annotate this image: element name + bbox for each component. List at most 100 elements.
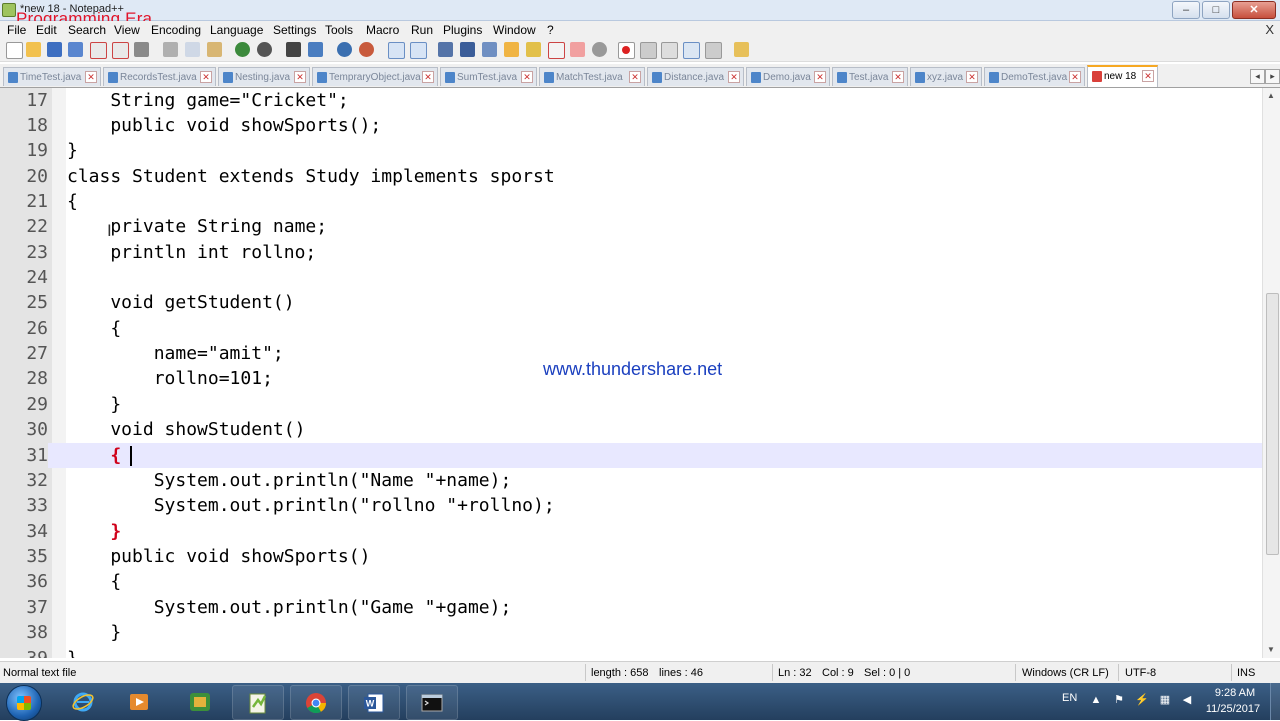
start-button[interactable] bbox=[6, 685, 42, 721]
tab-demotest[interactable]: DemoTest.java ✕ bbox=[984, 67, 1085, 86]
tab-new18[interactable]: new 18 ✕ bbox=[1087, 65, 1158, 87]
cut-icon[interactable] bbox=[163, 42, 178, 57]
taskbar-media-player[interactable] bbox=[114, 685, 164, 718]
maximize-button[interactable]: □ bbox=[1202, 1, 1230, 19]
power-plug-icon[interactable]: ⚡ bbox=[1135, 693, 1149, 707]
play-macro-icon[interactable] bbox=[661, 42, 678, 59]
show-hidden-icons-arrow-icon[interactable]: ▲ bbox=[1089, 693, 1103, 707]
all-chars-icon[interactable] bbox=[460, 42, 475, 57]
doc-map-icon[interactable] bbox=[526, 42, 541, 57]
language-indicator[interactable]: EN bbox=[1062, 692, 1077, 704]
menu-run[interactable]: Run bbox=[411, 23, 433, 37]
vertical-scrollbar[interactable]: ▲ ▼ bbox=[1262, 88, 1280, 658]
print-icon[interactable] bbox=[134, 42, 149, 57]
tab-close-icon[interactable]: ✕ bbox=[200, 71, 212, 83]
menu-view[interactable]: View bbox=[114, 23, 140, 37]
copy-icon[interactable] bbox=[185, 42, 200, 57]
tab-sumtest[interactable]: SumTest.java ✕ bbox=[440, 67, 537, 86]
menu-macro[interactable]: Macro bbox=[366, 23, 399, 37]
folder-workspace-icon[interactable] bbox=[570, 42, 585, 57]
close-document-button[interactable]: X bbox=[1265, 22, 1274, 37]
new-file-icon[interactable] bbox=[6, 42, 23, 59]
replace-icon[interactable] bbox=[308, 42, 323, 57]
save-macro-icon[interactable] bbox=[705, 42, 722, 59]
save-all-icon[interactable] bbox=[68, 42, 83, 57]
show-desktop-button[interactable] bbox=[1270, 683, 1280, 720]
tab-close-icon[interactable]: ✕ bbox=[1069, 71, 1081, 83]
tab-close-icon[interactable]: ✕ bbox=[1142, 70, 1154, 82]
taskbar-chrome[interactable] bbox=[290, 685, 342, 720]
tab-close-icon[interactable]: ✕ bbox=[728, 71, 740, 83]
tab-timetest[interactable]: TimeTest.java ✕ bbox=[3, 67, 101, 86]
taskbar-command-prompt[interactable] bbox=[406, 685, 458, 720]
menu-settings[interactable]: Settings bbox=[273, 23, 316, 37]
menu-edit[interactable]: Edit bbox=[36, 23, 57, 37]
code-text: } bbox=[67, 519, 121, 544]
clock-time[interactable]: 9:28 AM bbox=[1207, 687, 1263, 699]
tab-close-icon[interactable]: ✕ bbox=[521, 71, 533, 83]
code-text: { bbox=[67, 443, 121, 468]
sync-h-icon[interactable] bbox=[410, 42, 427, 59]
tab-close-icon[interactable]: ✕ bbox=[294, 71, 306, 83]
menu-help[interactable]: ? bbox=[547, 23, 554, 37]
scrollbar-thumb[interactable] bbox=[1266, 293, 1279, 555]
taskbar-internet-explorer[interactable] bbox=[58, 685, 108, 718]
monitoring-icon[interactable] bbox=[592, 42, 607, 57]
redo-icon[interactable] bbox=[257, 42, 272, 57]
tab-recordstest[interactable]: RecordsTest.java ✕ bbox=[103, 67, 216, 86]
close-icon[interactable] bbox=[90, 42, 107, 59]
zoom-out-icon[interactable] bbox=[359, 42, 374, 57]
tab-scroll-right-button[interactable]: ▸ bbox=[1265, 69, 1280, 84]
spell-check-icon[interactable] bbox=[734, 42, 749, 57]
menu-language[interactable]: Language bbox=[210, 23, 263, 37]
tab-demo[interactable]: Demo.java ✕ bbox=[746, 67, 830, 86]
scroll-down-arrow-icon[interactable]: ▼ bbox=[1267, 645, 1275, 654]
volume-icon[interactable]: ◀ bbox=[1180, 693, 1194, 707]
tab-test[interactable]: Test.java ✕ bbox=[832, 67, 908, 86]
open-file-icon[interactable] bbox=[26, 42, 41, 57]
tab-close-icon[interactable]: ✕ bbox=[629, 71, 641, 83]
clock-date[interactable]: 11/25/2017 bbox=[1200, 703, 1266, 715]
tab-scroll-left-button[interactable]: ◂ bbox=[1250, 69, 1265, 84]
tab-close-icon[interactable]: ✕ bbox=[85, 71, 97, 83]
tab-nesting[interactable]: Nesting.java ✕ bbox=[218, 67, 310, 86]
taskbar-notepadpp[interactable] bbox=[232, 685, 284, 720]
close-button[interactable]: ✕ bbox=[1232, 1, 1276, 19]
code-editor[interactable]: 17 String game="Cricket"; 18 public void… bbox=[0, 88, 1262, 658]
network-icon[interactable]: ▦ bbox=[1158, 693, 1172, 707]
zoom-in-icon[interactable] bbox=[337, 42, 352, 57]
scroll-up-arrow-icon[interactable]: ▲ bbox=[1267, 91, 1275, 100]
action-center-flag-icon[interactable]: ⚑ bbox=[1112, 693, 1126, 707]
record-macro-icon[interactable] bbox=[618, 42, 635, 59]
udl-icon[interactable] bbox=[504, 42, 519, 57]
taskbar-word[interactable]: W bbox=[348, 685, 400, 720]
tab-close-icon[interactable]: ✕ bbox=[966, 71, 978, 83]
tab-matchtest[interactable]: MatchTest.java ✕ bbox=[539, 67, 645, 86]
tab-close-icon[interactable]: ✕ bbox=[892, 71, 904, 83]
undo-icon[interactable] bbox=[235, 42, 250, 57]
find-icon[interactable] bbox=[286, 42, 301, 57]
tab-close-icon[interactable]: ✕ bbox=[422, 71, 434, 83]
menu-window[interactable]: Window bbox=[493, 23, 536, 37]
tab-close-icon[interactable]: ✕ bbox=[814, 71, 826, 83]
sync-v-icon[interactable] bbox=[388, 42, 405, 59]
indent-guide-icon[interactable] bbox=[482, 42, 497, 57]
line-number: 21 bbox=[26, 191, 48, 212]
tab-temprary-object[interactable]: TempraryObject.java ✕ bbox=[312, 67, 438, 86]
save-icon[interactable] bbox=[47, 42, 62, 57]
menu-tools[interactable]: Tools bbox=[325, 23, 353, 37]
menu-file[interactable]: File bbox=[7, 23, 26, 37]
stop-record-icon[interactable] bbox=[640, 42, 657, 59]
function-list-icon[interactable] bbox=[548, 42, 565, 59]
minimize-button[interactable]: – bbox=[1172, 1, 1200, 19]
run-macro-multiple-icon[interactable] bbox=[683, 42, 700, 59]
word-wrap-icon[interactable] bbox=[438, 42, 453, 57]
taskbar-game[interactable] bbox=[175, 685, 225, 718]
tab-distance[interactable]: Distance.java ✕ bbox=[647, 67, 744, 86]
close-all-icon[interactable] bbox=[112, 42, 129, 59]
menu-search[interactable]: Search bbox=[68, 23, 106, 37]
menu-encoding[interactable]: Encoding bbox=[151, 23, 201, 37]
tab-xyz[interactable]: xyz.java ✕ bbox=[910, 67, 982, 86]
menu-plugins[interactable]: Plugins bbox=[443, 23, 482, 37]
paste-icon[interactable] bbox=[207, 42, 222, 57]
